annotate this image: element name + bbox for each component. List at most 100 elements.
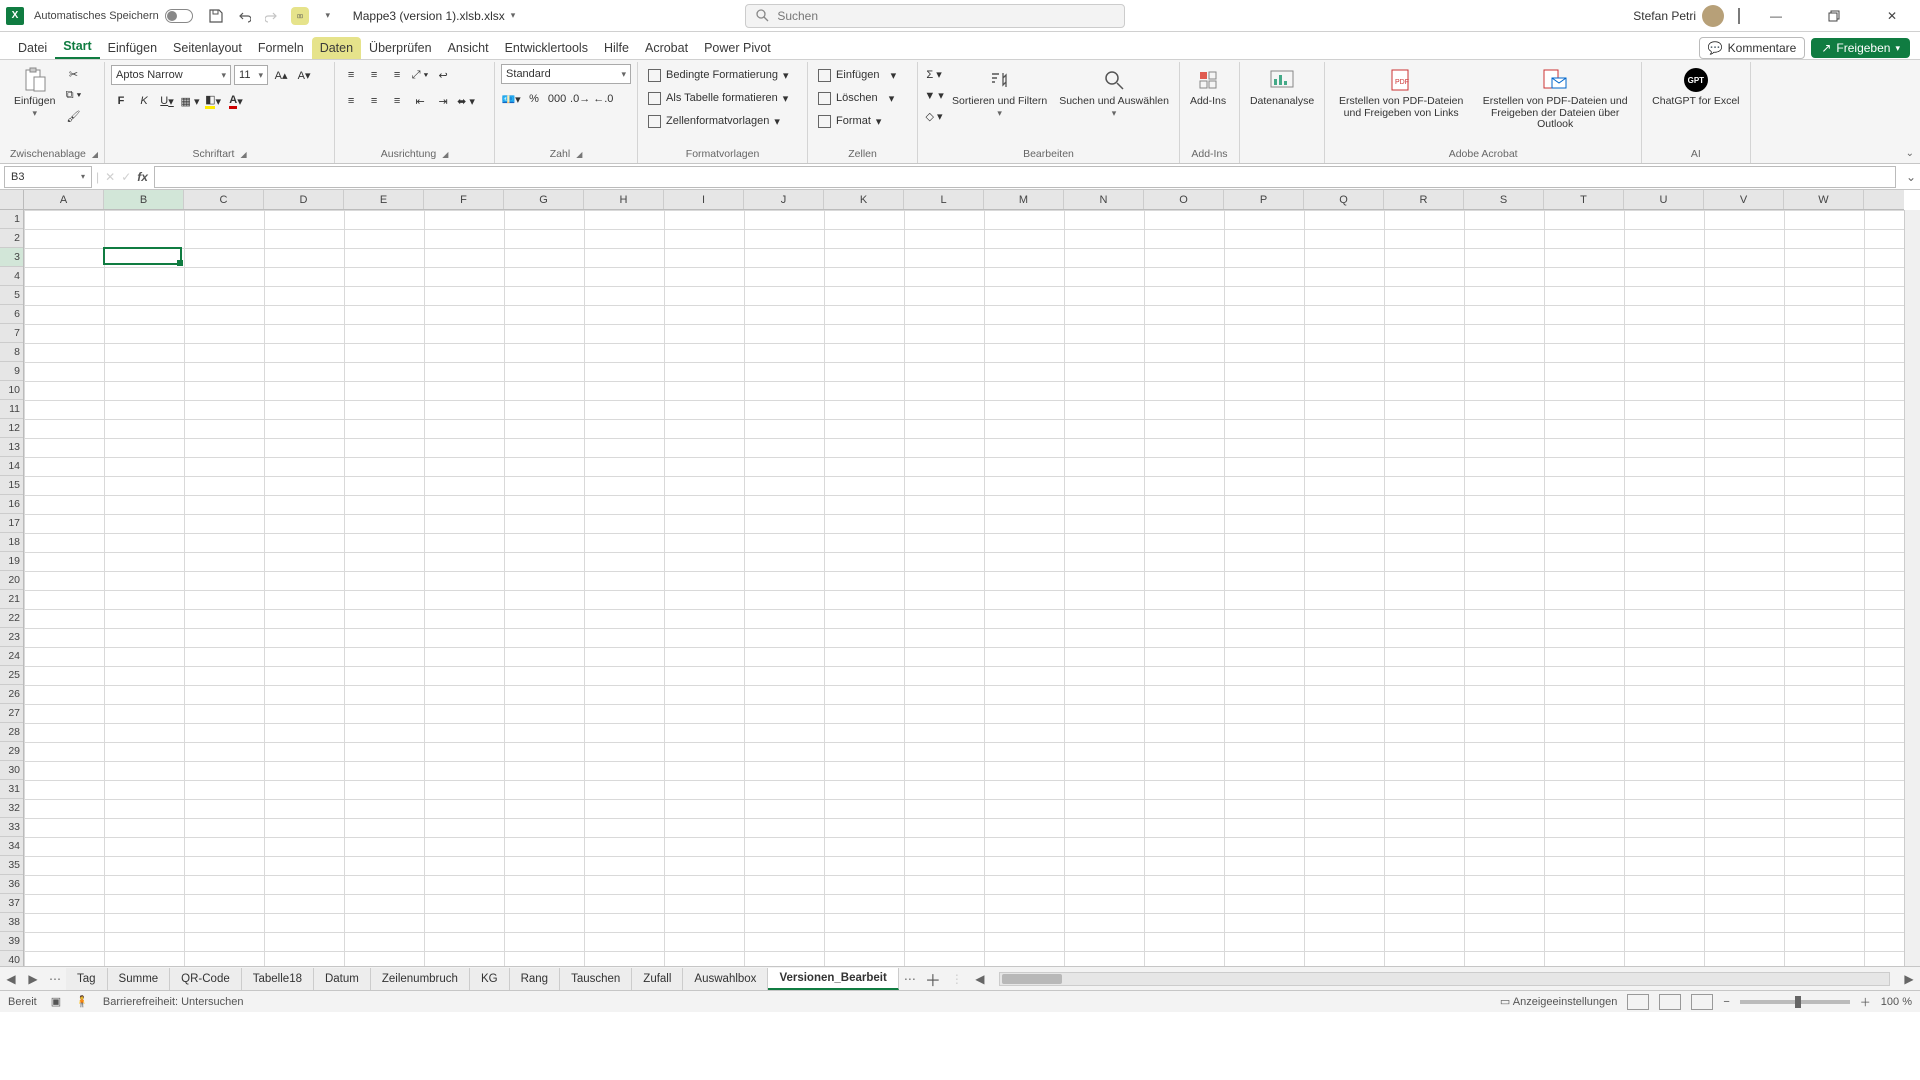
row-header[interactable]: 1 (0, 210, 23, 229)
column-header[interactable]: C (184, 190, 264, 209)
format-cells-button[interactable]: Format ▾ (814, 110, 900, 132)
macro-record-icon[interactable]: ▣ (51, 995, 61, 1008)
row-header[interactable]: 40 (0, 951, 23, 966)
sheet-tab[interactable]: Zufall (632, 968, 683, 990)
sheet-tab[interactable]: Tag (66, 968, 108, 990)
row-header[interactable]: 17 (0, 514, 23, 533)
tab-start[interactable]: Start (55, 35, 99, 59)
sheet-tab[interactable]: Zeilenumbruch (371, 968, 470, 990)
tab-ueberpruefen[interactable]: Überprüfen (361, 37, 440, 59)
column-header[interactable]: K (824, 190, 904, 209)
search-input[interactable]: Suchen (745, 4, 1125, 28)
row-header[interactable]: 33 (0, 818, 23, 837)
chatgpt-button[interactable]: GPT ChatGPT for Excel (1648, 64, 1743, 110)
row-header[interactable]: 30 (0, 761, 23, 780)
collapse-ribbon-icon[interactable]: ⌄ (1906, 148, 1914, 159)
column-header[interactable]: A (24, 190, 104, 209)
accounting-icon[interactable]: 💶▾ (501, 89, 521, 109)
cells-area[interactable] (24, 210, 1904, 966)
dialog-launcher-icon[interactable]: ◢ (576, 150, 582, 159)
italic-button[interactable]: K (134, 91, 154, 111)
wrap-text-icon[interactable]: ↩ (433, 65, 453, 85)
view-pagelayout-icon[interactable] (1659, 994, 1681, 1010)
row-header[interactable]: 10 (0, 381, 23, 400)
minimize-button[interactable]: ― (1754, 0, 1798, 32)
column-header[interactable]: S (1464, 190, 1544, 209)
sheet-tab[interactable]: Versionen_Bearbeit (768, 968, 898, 990)
row-header[interactable]: 21 (0, 590, 23, 609)
column-header[interactable]: N (1064, 190, 1144, 209)
row-header[interactable]: 32 (0, 799, 23, 818)
row-header[interactable]: 28 (0, 723, 23, 742)
find-select-button[interactable]: Suchen und Auswählen▾ (1055, 64, 1173, 121)
delete-cells-button[interactable]: Löschen ▾ (814, 87, 900, 109)
column-headers[interactable]: ABCDEFGHIJKLMNOPQRSTUVW (24, 190, 1904, 210)
row-header[interactable]: 16 (0, 495, 23, 514)
redo-icon[interactable] (263, 7, 281, 25)
row-header[interactable]: 4 (0, 267, 23, 286)
zoom-slider[interactable] (1740, 1000, 1850, 1004)
sheet-tab[interactable]: Tabelle18 (242, 968, 314, 990)
tab-formeln[interactable]: Formeln (250, 37, 312, 59)
row-header[interactable]: 12 (0, 419, 23, 438)
tab-powerpivot[interactable]: Power Pivot (696, 37, 779, 59)
increase-decimal-icon[interactable]: .0→ (570, 89, 590, 109)
row-header[interactable]: 20 (0, 571, 23, 590)
zoom-in-button[interactable]: ＋ (1860, 994, 1871, 1010)
row-header[interactable]: 36 (0, 875, 23, 894)
fx-icon[interactable]: fx (137, 170, 148, 184)
bold-button[interactable]: F (111, 91, 131, 111)
column-header[interactable]: B (104, 190, 184, 209)
sheet-nav-next-icon[interactable]: ▶ (22, 968, 44, 990)
sheet-tab[interactable]: KG (470, 968, 510, 990)
row-header[interactable]: 39 (0, 932, 23, 951)
row-header[interactable]: 5 (0, 286, 23, 305)
sort-filter-button[interactable]: Sortieren und Filtern▾ (948, 64, 1051, 121)
select-all-button[interactable] (0, 190, 24, 210)
hscroll-right-icon[interactable]: ▶ (1898, 968, 1920, 990)
row-header[interactable]: 9 (0, 362, 23, 381)
display-settings-button[interactable]: ▭ Anzeigeeinstellungen (1500, 995, 1617, 1008)
account-button[interactable]: Stefan Petri (1633, 5, 1724, 27)
percent-icon[interactable]: % (524, 89, 544, 109)
restore-button[interactable] (1812, 0, 1856, 32)
tab-ansicht[interactable]: Ansicht (440, 37, 497, 59)
row-header[interactable]: 27 (0, 704, 23, 723)
align-center-icon[interactable]: ≡ (364, 91, 384, 111)
font-name-dropdown[interactable]: Aptos Narrow▾ (111, 65, 231, 85)
decrease-decimal-icon[interactable]: ←.0 (593, 89, 613, 109)
dialog-launcher-icon[interactable]: ◢ (92, 150, 98, 159)
sheet-overflow-icon[interactable]: ⋯ (899, 968, 921, 990)
column-header[interactable]: H (584, 190, 664, 209)
row-header[interactable]: 3 (0, 248, 23, 267)
tab-entwicklertools[interactable]: Entwicklertools (497, 37, 596, 59)
accessibility-icon[interactable]: 🧍 (75, 995, 89, 1008)
sheet-tab[interactable]: Tauschen (560, 968, 632, 990)
row-header[interactable]: 25 (0, 666, 23, 685)
row-header[interactable]: 2 (0, 229, 23, 248)
tab-einfuegen[interactable]: Einfügen (100, 37, 165, 59)
align-top-icon[interactable]: ≡ (341, 65, 361, 85)
column-header[interactable]: O (1144, 190, 1224, 209)
comma-icon[interactable]: 000 (547, 89, 567, 109)
underline-button[interactable]: U ▾ (157, 91, 177, 111)
tab-datei[interactable]: Datei (10, 37, 55, 59)
horizontal-scrollbar[interactable] (999, 972, 1890, 986)
orientation-icon[interactable]: ⤢ ▾ (410, 65, 430, 85)
adobe-create-link-button[interactable]: PDF Erstellen von PDF-Dateien und Freige… (1331, 64, 1471, 121)
kommentare-button[interactable]: 💬 Kommentare (1699, 37, 1806, 59)
column-header[interactable]: G (504, 190, 584, 209)
borders-icon[interactable]: ▦ ▾ (180, 91, 200, 111)
tab-hilfe[interactable]: Hilfe (596, 37, 637, 59)
undo-icon[interactable] (235, 7, 253, 25)
column-header[interactable]: D (264, 190, 344, 209)
dialog-launcher-icon[interactable]: ◢ (442, 150, 448, 159)
fill-color-icon[interactable]: ◧ ▾ (203, 91, 223, 111)
row-header[interactable]: 35 (0, 856, 23, 875)
increase-indent-icon[interactable]: ⇥ (433, 91, 453, 111)
accept-formula-icon[interactable]: ✓ (121, 170, 131, 184)
format-painter-icon[interactable]: 🖌 (63, 106, 83, 126)
fill-icon[interactable]: ▼ ▾ (924, 85, 944, 105)
adobe-create-outlook-button[interactable]: Erstellen von PDF-Dateien und Freigeben … (1475, 64, 1635, 133)
column-header[interactable]: J (744, 190, 824, 209)
